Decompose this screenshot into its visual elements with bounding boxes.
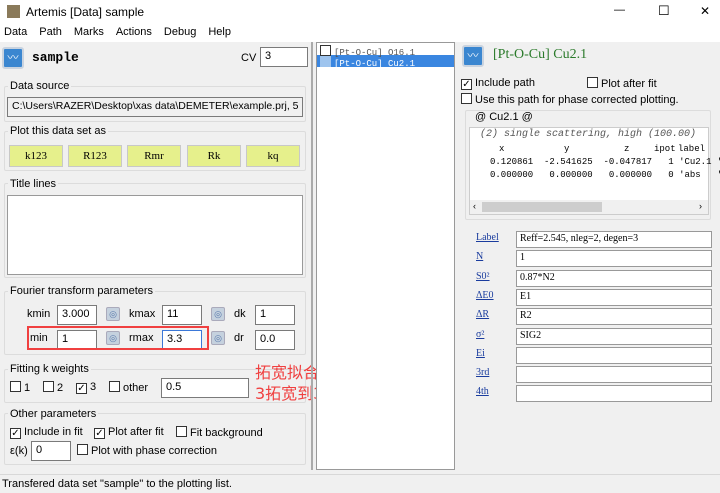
param-input[interactable]: 0.87*N2 (516, 269, 712, 287)
close-button[interactable]: ✕ (700, 4, 710, 18)
kmax-pick-icon[interactable]: ◎ (211, 307, 225, 321)
feff-box: (2) single scattering, high (100.00) x y… (469, 127, 720, 215)
fit-background-checkbox[interactable]: Fit background (176, 426, 263, 439)
ft-label: Fourier transform parameters (8, 285, 156, 297)
kmin-input[interactable]: 3.000 (57, 305, 97, 325)
path-list-item[interactable]: [Pt-O-Cu] O16.1 (317, 43, 454, 58)
dr-label: dr (234, 332, 244, 344)
dk-input[interactable]: 1 (255, 305, 295, 325)
plot-r123-button[interactable]: R123 (68, 145, 122, 167)
plot-label: Plot this data set as (8, 125, 108, 137)
feff-row: 0.000000 0.000000 0.000000 0 'abs ' (490, 170, 720, 180)
param-label-link[interactable]: S0² (476, 271, 490, 282)
path-list-item-selected[interactable]: [Pt-O-Cu] Cu2.1 (317, 55, 454, 69)
feff-col-z: z (624, 144, 630, 154)
param-input[interactable]: Reff=2.545, nleg=2, degen=3 (516, 231, 712, 248)
dk-label: dk (234, 308, 246, 320)
title-bar: Artemis [Data] sample — ☐ ✕ (0, 0, 720, 24)
waveform-icon[interactable]: 〰 (2, 47, 24, 69)
title-lines-textarea[interactable] (7, 195, 303, 275)
cv-input[interactable]: 3 (260, 47, 308, 67)
param-label-link[interactable]: σ² (476, 329, 484, 340)
menu-debug[interactable]: Debug (164, 26, 196, 38)
param-label-link[interactable]: Label (476, 232, 499, 243)
scroll-right-icon[interactable]: › (699, 201, 702, 211)
feff-col-ipot: ipot (654, 144, 676, 154)
plot-rmr-button[interactable]: Rmr (127, 145, 181, 167)
kw-3-checkbox[interactable]: ✓ 3 (76, 381, 96, 394)
plot-k123-button[interactable]: k123 (9, 145, 63, 167)
param-input[interactable] (516, 366, 712, 384)
title-lines-label: Title lines (8, 178, 59, 190)
app-icon (7, 5, 20, 18)
status-bar: Transfered data set "sample" to the plot… (0, 474, 720, 493)
param-label-link[interactable]: Ei (476, 348, 485, 359)
rmax-pick-icon[interactable]: ◎ (211, 331, 225, 345)
window-title: Artemis [Data] sample (26, 5, 145, 19)
param-label-link[interactable]: 4th (476, 386, 489, 397)
param-input[interactable]: 1 (516, 250, 712, 268)
dr-input[interactable]: 0.0 (255, 330, 295, 350)
maximize-button[interactable]: ☐ (658, 3, 670, 19)
feff-col-y: y (564, 144, 570, 154)
other-params-label: Other parameters (8, 408, 99, 420)
menu-actions[interactable]: Actions (116, 26, 152, 38)
menu-help[interactable]: Help (208, 26, 231, 38)
data-source-field[interactable]: C:\Users\RAZER\Desktop\xas data\DEMETER\… (7, 97, 303, 117)
feff-tab[interactable]: @ Cu2.1 @ (475, 111, 533, 123)
menu-path[interactable]: Path (39, 26, 62, 38)
plot-rk-button[interactable]: Rk (187, 145, 241, 167)
ek-input[interactable]: 0 (31, 441, 71, 461)
phase-path-checkbox[interactable]: Use this path for phase corrected plotti… (461, 93, 679, 106)
scroll-left-icon[interactable]: ‹ (473, 201, 476, 211)
kmax-input[interactable]: 11 (162, 305, 202, 325)
splitter[interactable] (311, 42, 313, 470)
kmin-label: kmin (27, 308, 51, 320)
highlight-box (27, 326, 209, 350)
plot-after-fit-path-checkbox[interactable]: Plot after fit (587, 77, 657, 90)
path-title: [Pt-O-Cu] Cu2.1 (493, 47, 588, 62)
param-input[interactable]: R2 (516, 308, 712, 326)
param-input[interactable]: E1 (516, 288, 712, 306)
kw-2-checkbox[interactable]: 2 (43, 381, 63, 394)
param-label-link[interactable]: N (476, 251, 483, 262)
kmax-label: kmax (129, 308, 156, 320)
kw-1-checkbox[interactable]: 1 (10, 381, 30, 394)
waveform-icon[interactable]: 〰 (462, 45, 484, 67)
horizontal-scrollbar[interactable]: ‹ › (470, 200, 708, 214)
plot-kq-button[interactable]: kq (246, 145, 300, 167)
path-list: [Pt-O-Cu] O16.1 [Pt-O-Cu] Cu2.1 (316, 42, 455, 470)
menu-marks[interactable]: Marks (74, 26, 104, 38)
menu-data[interactable]: Data (4, 26, 27, 38)
kweights-label: Fitting k weights (8, 363, 91, 375)
plot-phase-checkbox[interactable]: Plot with phase correction (77, 444, 217, 457)
data-source-label: Data source (8, 80, 72, 92)
menu-bar: Data Path Marks Actions Debug Help (0, 24, 720, 42)
cv-label: CV (241, 52, 257, 64)
kw-other-checkbox[interactable]: other (109, 381, 148, 394)
feff-row: 0.120861 -2.541625 -0.047817 1 'Cu2.1 ' (490, 157, 720, 167)
kmin-pick-icon[interactable]: ◎ (106, 307, 120, 321)
param-input[interactable]: SIG2 (516, 327, 712, 345)
feff-header: (2) single scattering, high (100.00) (480, 129, 697, 140)
include-in-fit-checkbox[interactable]: ✓ Include in fit (10, 426, 83, 439)
dataset-name: sample (32, 50, 79, 65)
feff-col-label: label (678, 144, 706, 154)
include-path-checkbox[interactable]: ✓ Include path (461, 77, 535, 90)
param-input[interactable] (516, 385, 712, 403)
scrollbar-thumb[interactable] (482, 202, 602, 212)
minimize-button[interactable]: — (614, 4, 625, 16)
kw-other-input[interactable]: 0.5 (161, 378, 249, 398)
param-label-link[interactable]: 3rd (476, 367, 489, 378)
param-label-link[interactable]: ΔR (476, 309, 489, 320)
feff-col-x: x (499, 144, 505, 154)
ek-label: ε(k) (10, 445, 28, 457)
param-label-link[interactable]: ΔE0 (476, 290, 494, 301)
plot-after-fit-checkbox[interactable]: ✓ Plot after fit (94, 426, 164, 439)
param-input[interactable] (516, 346, 712, 364)
